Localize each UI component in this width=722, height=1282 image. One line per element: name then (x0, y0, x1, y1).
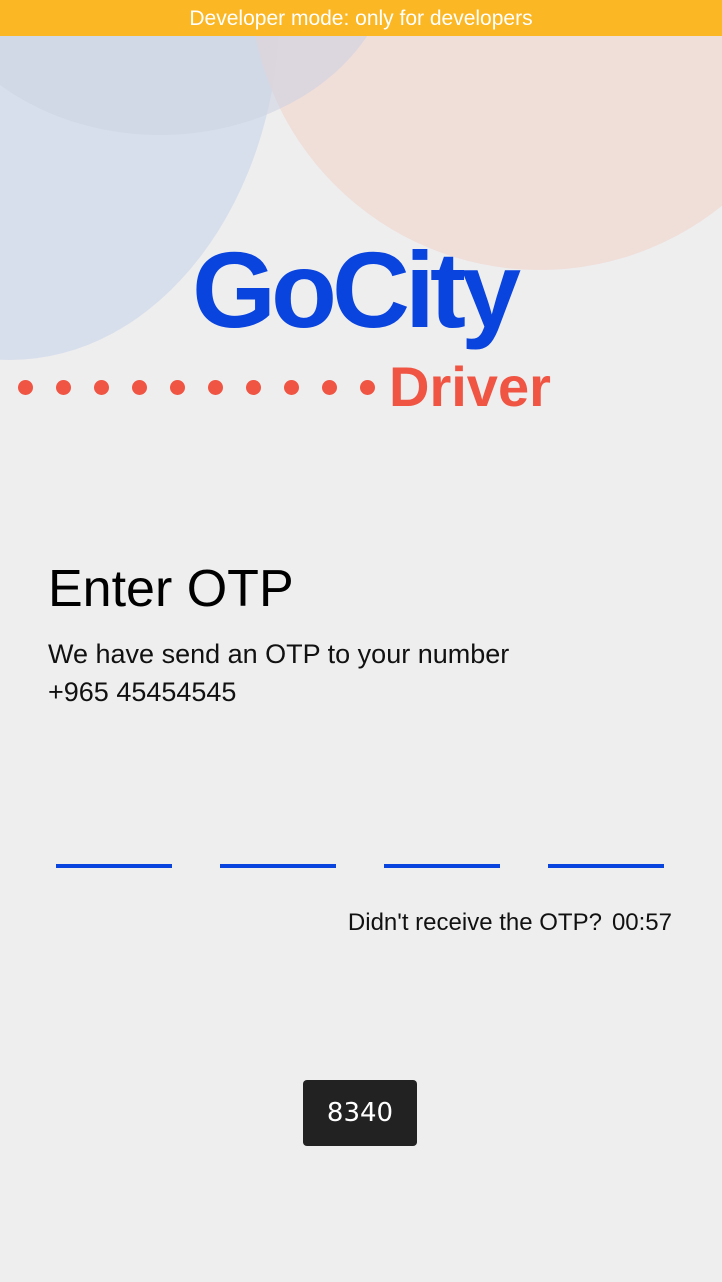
otp-digit-3-input[interactable] (384, 812, 500, 868)
otp-screen: Developer mode: only for developers GoCi… (0, 0, 722, 1282)
otp-digit-4-input[interactable] (548, 812, 664, 868)
logo-dot (132, 380, 147, 395)
logo-dot (56, 380, 71, 395)
debug-otp-toast: 8340 (303, 1080, 417, 1146)
resend-otp-row[interactable]: Didn't receive the OTP? 00:57 (348, 906, 672, 940)
logo-dot (284, 380, 299, 395)
logo-dot (94, 380, 109, 395)
phone-number: +965 45454545 (48, 677, 237, 707)
logo-dot (322, 380, 337, 395)
driver-logo-text: Driver (389, 355, 551, 418)
logo-dot (208, 380, 223, 395)
otp-digit-1-input[interactable] (56, 812, 172, 868)
logo-dot (170, 380, 185, 395)
otp-digit-2-input[interactable] (220, 812, 336, 868)
logo-dot (246, 380, 261, 395)
otp-description-text: We have send an OTP to your number (48, 639, 510, 669)
resend-prompt[interactable]: Didn't receive the OTP? (348, 909, 602, 936)
logo-dots (18, 380, 388, 396)
page-title: Enter OTP (48, 560, 294, 618)
logo-dot (18, 380, 33, 395)
developer-mode-banner: Developer mode: only for developers (0, 0, 722, 36)
logo-dot (360, 380, 375, 395)
resend-timer: 00:57 (611, 909, 672, 936)
gocity-logo: GoCity (192, 229, 521, 350)
otp-description: We have send an OTP to your number +965 … (48, 635, 509, 711)
